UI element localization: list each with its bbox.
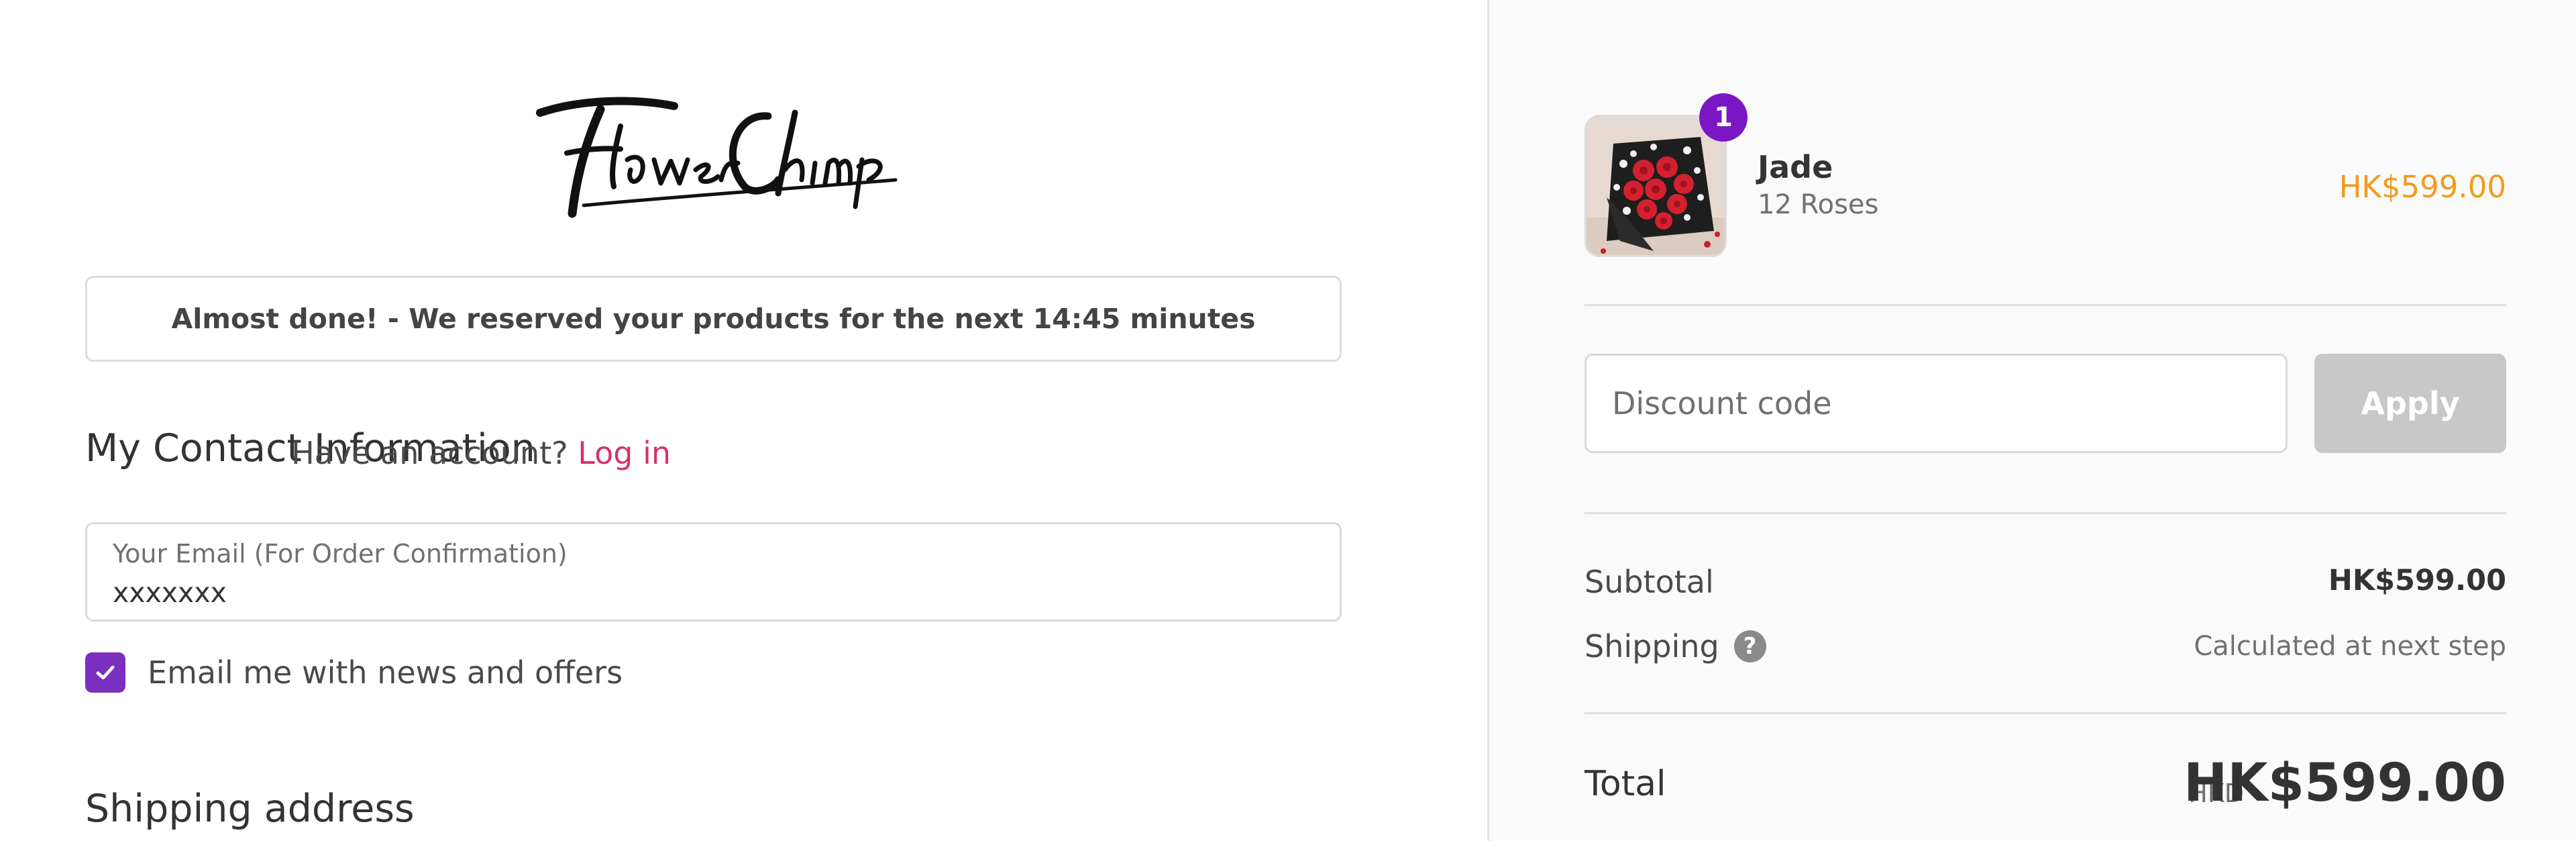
account-prompt-text: Have an account? [291, 435, 568, 471]
total-label: Total [1585, 764, 1666, 804]
account-prompt: Have an account? Log in [291, 435, 671, 471]
discount-code-input[interactable] [1585, 354, 2288, 453]
newsletter-checkbox-label[interactable]: Email me with news and offers [148, 654, 623, 691]
newsletter-checkbox[interactable] [85, 652, 125, 693]
email-field-label: Your Email (For Order Confirmation) [113, 539, 568, 568]
login-link[interactable]: Log in [578, 435, 671, 471]
product-thumbnail [1585, 115, 1727, 257]
question-circle-icon[interactable]: ? [1733, 630, 1766, 662]
shipping-value: Calculated at next step [2194, 631, 2506, 662]
subtotal-label: Subtotal [1585, 564, 1714, 600]
divider [1585, 712, 2506, 714]
order-summary-sidebar: 1 Jade 12 Roses HK$599.00 Apply Subtotal… [1487, 0, 2576, 841]
reservation-banner: Almost done! - We reserved your products… [85, 276, 1342, 362]
email-input[interactable] [113, 577, 1307, 609]
check-icon [96, 665, 115, 680]
shipping-address-title: Shipping address [85, 787, 415, 831]
divider [1585, 512, 2506, 514]
quantity-badge: 1 [1699, 93, 1748, 142]
product-price: HK$599.00 [2339, 169, 2506, 205]
divider [1585, 304, 2506, 306]
apply-discount-button[interactable]: Apply [2314, 354, 2506, 453]
email-field[interactable]: Your Email (For Order Confirmation) [85, 522, 1342, 622]
checkout-main: Almost done! - We reserved your products… [0, 0, 1487, 841]
subtotal-value: HK$599.00 [2328, 564, 2506, 597]
product-variant: 12 Roses [1758, 189, 1879, 220]
product-name: Jade [1758, 149, 1833, 185]
flowerchimp-logo[interactable] [520, 86, 902, 227]
reservation-text: Almost done! - We reserved your products… [171, 303, 1256, 335]
newsletter-option: Email me with news and offers [85, 652, 623, 693]
shipping-label-row: Shipping ? [1585, 628, 1766, 664]
total-value: HK$599.00 [2184, 753, 2506, 813]
shipping-label: Shipping [1585, 628, 1719, 664]
